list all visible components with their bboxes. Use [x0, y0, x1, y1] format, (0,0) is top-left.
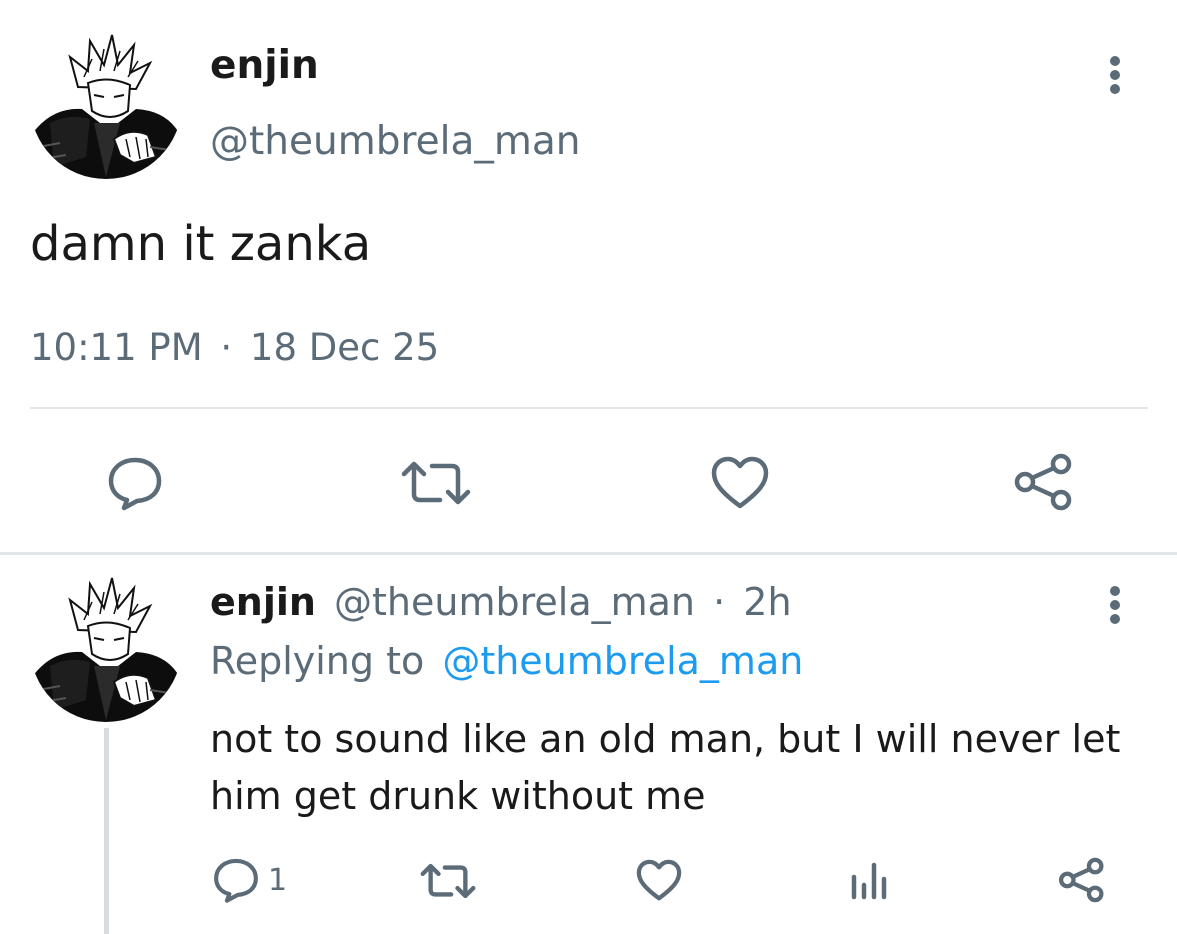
like-button[interactable]: [708, 452, 772, 514]
reply-icon: [214, 858, 258, 903]
reply-avatar[interactable]: [30, 570, 182, 722]
share-icon: [1058, 857, 1104, 903]
reply-icon: [108, 457, 162, 511]
thread-line: [104, 728, 109, 934]
reply-retweet-button[interactable]: [418, 857, 478, 905]
replying-to: Replying to @theumbrela_man: [210, 637, 803, 685]
retweet-icon: [401, 461, 471, 505]
reply-separator: ·: [713, 580, 726, 624]
reply-header: enjin @theumbrela_man · 2h: [210, 578, 792, 626]
reply-text-line-1: not to sound like an old man, but I will…: [210, 717, 1121, 761]
reply-reply-button[interactable]: 1: [212, 855, 287, 905]
tweet-time: 10:11 PM: [30, 326, 203, 369]
reply-more-vertical-icon[interactable]: [1100, 585, 1130, 625]
heart-icon: [636, 859, 682, 900]
tweet-timestamp: 10:11 PM · 18 Dec 25: [30, 324, 439, 372]
divider: [30, 407, 1148, 409]
replying-label: Replying to: [210, 639, 425, 683]
analytics-icon: [851, 862, 887, 900]
reply-button[interactable]: [104, 452, 166, 514]
reply-age: 2h: [743, 580, 792, 624]
reply-views-button[interactable]: [848, 858, 890, 902]
replying-handle-link[interactable]: @theumbrela_man: [442, 639, 803, 683]
share-button[interactable]: [1012, 450, 1076, 514]
tweet-text: damn it zanka: [30, 216, 372, 272]
section-divider: [0, 552, 1177, 555]
share-icon: [1014, 453, 1072, 511]
reply-author-handle[interactable]: @theumbrela_man: [334, 580, 695, 624]
reply-author-name[interactable]: enjin: [210, 580, 316, 624]
heart-icon: [711, 456, 769, 509]
reply-text: not to sound like an old man, but I will…: [210, 711, 1120, 825]
avatar[interactable]: [30, 27, 182, 179]
author-name[interactable]: enjin: [210, 42, 319, 90]
tweet-date: 18 Dec 25: [249, 326, 440, 369]
retweet-button[interactable]: [398, 452, 474, 514]
reply-share-button[interactable]: [1058, 856, 1106, 904]
reply-text-line-2: him get drunk without me: [210, 774, 706, 818]
timestamp-separator: ·: [220, 326, 233, 369]
reply-count: 1: [268, 862, 288, 898]
more-vertical-icon[interactable]: [1100, 55, 1130, 95]
reply-like-button[interactable]: [634, 856, 684, 904]
author-handle[interactable]: @theumbrela_man: [210, 118, 580, 166]
retweet-icon: [420, 863, 476, 899]
